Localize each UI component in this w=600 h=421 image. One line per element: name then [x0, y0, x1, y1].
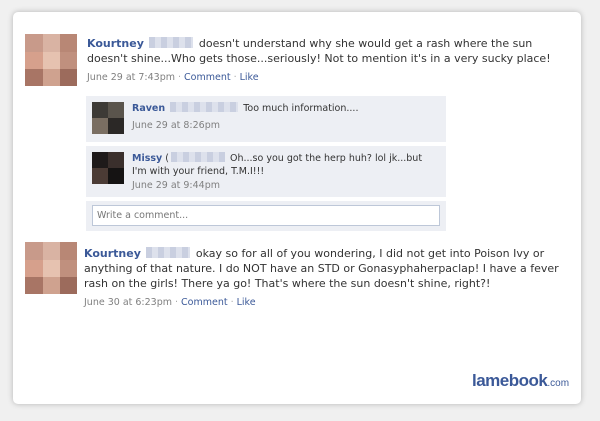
post-body: Kourtney doesn't understand why she woul… — [87, 36, 573, 66]
write-comment-input[interactable] — [92, 205, 440, 226]
post-body: Kourtney okay so for all of you wonderin… — [84, 246, 570, 291]
post-meta: June 30 at 6:23pm · Comment · Like — [84, 297, 256, 308]
avatar[interactable] — [25, 242, 77, 294]
watermark-suffix: .com — [547, 378, 570, 389]
story-card: Kourtney doesn't understand why she woul… — [13, 12, 581, 404]
post-timestamp[interactable]: June 30 at 6:23pm — [84, 297, 172, 308]
comment-author[interactable]: Raven — [132, 103, 165, 114]
post-author[interactable]: Kourtney — [84, 247, 141, 260]
separator: · — [230, 297, 234, 308]
avatar[interactable] — [25, 34, 77, 86]
redacted-name — [170, 102, 239, 112]
separator: · — [175, 297, 179, 308]
redacted-name — [146, 247, 191, 258]
like-link[interactable]: Like — [237, 297, 256, 308]
comment-author[interactable]: Missy — [132, 153, 162, 164]
separator: · — [178, 72, 182, 83]
watermark-main: lamebook — [472, 371, 548, 390]
comment-link[interactable]: Comment — [181, 297, 228, 308]
comment: Raven Too much information.... June 29 a… — [86, 96, 446, 142]
separator: · — [233, 72, 237, 83]
post-author[interactable]: Kourtney — [87, 37, 144, 50]
comment: Missy ( Oh...so you got the herp huh? lo… — [86, 146, 446, 197]
comment-text: Too much information.... — [243, 103, 359, 114]
post-timestamp[interactable]: June 29 at 7:43pm — [87, 72, 175, 83]
comment-body: Missy ( Oh...so you got the herp huh? lo… — [132, 152, 438, 178]
redacted-name — [149, 37, 194, 48]
post-meta: June 29 at 7:43pm · Comment · Like — [87, 72, 259, 83]
commenter-avatar[interactable] — [92, 152, 124, 184]
commenter-avatar[interactable] — [92, 102, 124, 134]
write-comment-area — [86, 201, 446, 231]
redacted-name — [170, 152, 225, 162]
like-link[interactable]: Like — [240, 72, 259, 83]
comment-timestamp[interactable]: June 29 at 8:26pm — [132, 120, 220, 131]
comment-link[interactable]: Comment — [184, 72, 231, 83]
lamebook-watermark: lamebook.com — [472, 371, 569, 391]
paren: ( — [165, 153, 169, 164]
comment-body: Raven Too much information.... — [132, 102, 438, 115]
comment-timestamp[interactable]: June 29 at 9:44pm — [132, 180, 220, 191]
